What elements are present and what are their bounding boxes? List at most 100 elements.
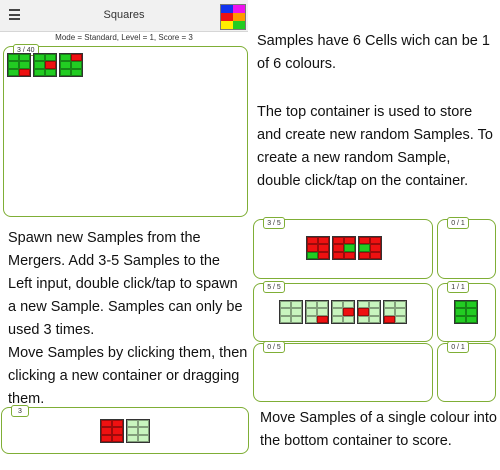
sample-cell [358, 308, 369, 316]
sample-cell [60, 68, 71, 76]
sample-cell [306, 315, 317, 323]
sample[interactable] [33, 53, 57, 77]
merger-3-right-count: 0 / 1 [447, 341, 469, 353]
sample-cell [370, 251, 381, 259]
sample[interactable] [126, 419, 150, 443]
instruction-move: Move Samples by clicking them, then clic… [8, 345, 248, 407]
sample-cell [455, 301, 466, 309]
sample-cell [280, 301, 291, 309]
sample[interactable] [454, 300, 478, 324]
sample-cell [333, 251, 344, 259]
merger-3-left-input[interactable]: 0 / 5 [253, 341, 433, 402]
sample-cell [332, 308, 343, 316]
sample-cell [384, 315, 395, 323]
sample-cell [8, 68, 19, 76]
logo-cell [221, 21, 233, 29]
logo-cell [233, 21, 245, 29]
sample-cell [45, 68, 56, 76]
sample-cell [101, 427, 112, 435]
status-text: Mode = Standard, Level = 1, Score = 3 [55, 33, 193, 42]
sample[interactable] [100, 419, 124, 443]
sample-cell [34, 54, 45, 62]
sample-cell [358, 315, 369, 323]
sample-cell [466, 308, 477, 316]
logo-cell [233, 13, 245, 21]
sample[interactable] [279, 300, 303, 324]
merger-3-left-count: 0 / 5 [263, 341, 285, 353]
sample[interactable] [305, 300, 329, 324]
sample[interactable] [59, 53, 83, 77]
sample-cell [370, 244, 381, 252]
sample-cell [280, 315, 291, 323]
store-container[interactable]: 3 / 40 [3, 44, 248, 217]
sample-cell [318, 244, 329, 252]
sample-cell [8, 61, 19, 69]
app-title: Squares [103, 9, 145, 21]
merger-2-right-output[interactable]: 1 / 1 [437, 281, 496, 342]
sample-cell [112, 420, 123, 428]
sample-cell [138, 420, 149, 428]
sample-cell [369, 308, 380, 316]
sample-cell [306, 308, 317, 316]
sample-cell [343, 301, 354, 309]
sample-cell [333, 237, 344, 245]
sample-cell [101, 420, 112, 428]
sample[interactable] [331, 300, 355, 324]
sample-cell [280, 308, 291, 316]
merger-1-right-count: 0 / 1 [447, 217, 469, 229]
sample-cell [370, 237, 381, 245]
merger-3-right-output[interactable]: 0 / 1 [437, 341, 496, 402]
app-header: Squares [0, 0, 248, 32]
sample-cell [344, 244, 355, 252]
merger-1-left-count: 3 / 5 [263, 217, 285, 229]
merger-1-left-input[interactable]: 3 / 5 [253, 217, 433, 279]
sample[interactable] [306, 236, 330, 260]
sample[interactable] [7, 53, 31, 77]
sample-cell [333, 244, 344, 252]
sample-cell [34, 68, 45, 76]
merger-2-left-input[interactable]: 5 / 5 [253, 281, 433, 342]
merger-2-left-samples [279, 300, 407, 324]
merger-1-right-output[interactable]: 0 / 1 [437, 217, 496, 279]
logo-cell [221, 5, 233, 13]
sample-cell [395, 308, 406, 316]
sample-cell [317, 308, 328, 316]
sample-cell [318, 237, 329, 245]
sample-cell [112, 434, 123, 442]
merger-1-left-samples [306, 236, 382, 260]
sample[interactable] [383, 300, 407, 324]
logo-cell [233, 5, 245, 13]
instruction-spawn: Spawn new Samples from the Mergers. Add … [8, 230, 243, 338]
sample-cell [317, 315, 328, 323]
sample-cell [19, 61, 30, 69]
sample-cell [369, 301, 380, 309]
instruction-score: Move Samples of a single colour into the… [260, 410, 497, 449]
instruction-samples: Samples have 6 Cells wich can be 1 of 6 … [257, 33, 490, 72]
sample-cell [71, 54, 82, 62]
sample[interactable] [357, 300, 381, 324]
sample-cell [307, 251, 318, 259]
sample-cell [34, 61, 45, 69]
score-container[interactable]: 3 [1, 405, 249, 454]
sample-cell [332, 315, 343, 323]
merger-2-left-count: 5 / 5 [263, 281, 285, 293]
sample-cell [359, 251, 370, 259]
sample-cell [138, 427, 149, 435]
sample[interactable] [358, 236, 382, 260]
sample-cell [359, 244, 370, 252]
sample-cell [291, 315, 302, 323]
sample-cell [307, 237, 318, 245]
sample-cell [384, 301, 395, 309]
merger-2-right-samples [454, 300, 478, 324]
sample-cell [60, 61, 71, 69]
sample-cell [306, 301, 317, 309]
merger-2-right-count: 1 / 1 [447, 281, 469, 293]
logo-cell [221, 13, 233, 21]
sample-cell [343, 308, 354, 316]
sample[interactable] [332, 236, 356, 260]
sample-cell [71, 61, 82, 69]
sample-cell [127, 420, 138, 428]
sample-cell [45, 54, 56, 62]
sample-cell [359, 237, 370, 245]
sample-cell [60, 54, 71, 62]
